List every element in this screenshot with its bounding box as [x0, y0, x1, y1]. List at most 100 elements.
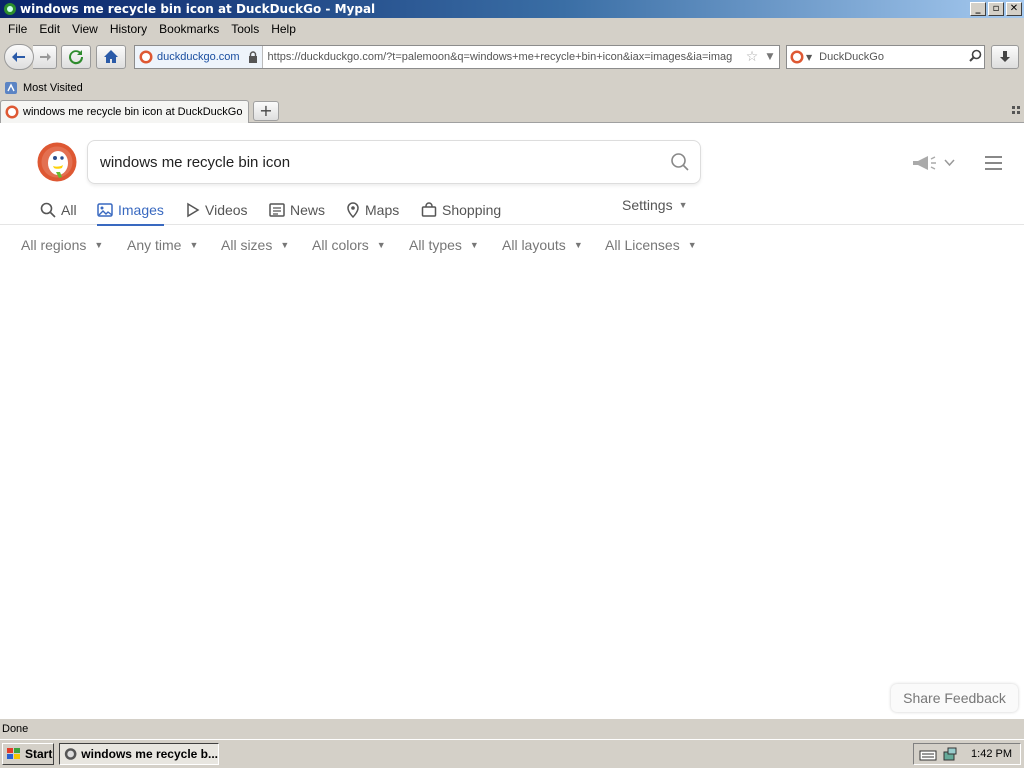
bookmarks-toolbar: Most Visited [0, 78, 1024, 98]
filter-type[interactable]: All types ▼ [409, 237, 479, 253]
filter-color-label: All colors [312, 237, 369, 253]
menu-tools[interactable]: Tools [225, 22, 265, 36]
menu-bookmarks[interactable]: Bookmarks [153, 22, 225, 36]
shopping-bag-icon [421, 202, 437, 217]
menu-edit[interactable]: Edit [33, 22, 66, 36]
caret-down-icon: ▼ [280, 240, 290, 250]
map-pin-icon [347, 202, 359, 218]
url-history-dropdown-icon[interactable]: ▼ [761, 52, 779, 62]
caret-down-icon: ▼ [376, 240, 386, 250]
search-bar[interactable]: ▼ DuckDuckGo [786, 45, 985, 69]
newspaper-icon [269, 203, 285, 217]
ddg-nav-tabs: All Images Videos News Maps Shopping [0, 191, 1024, 226]
clock[interactable]: 1:42 PM [971, 748, 1012, 760]
tab-videos[interactable]: Videos [186, 197, 248, 223]
search-icon [40, 202, 56, 218]
back-arrow-icon [12, 52, 25, 62]
minimize-button[interactable]: _ [970, 2, 986, 16]
home-button[interactable] [96, 45, 126, 69]
taskbar-window-label: windows me recycle b... [81, 747, 218, 761]
navigation-toolbar: duckduckgo.com https://duckduckgo.com/?t… [0, 40, 1024, 74]
tab-duckduckgo[interactable]: windows me recycle bin icon at DuckDuckG… [0, 100, 249, 123]
menu-history[interactable]: History [104, 22, 153, 36]
filter-region-label: All regions [21, 237, 87, 253]
filter-time[interactable]: Any time ▼ [127, 237, 198, 253]
settings-dropdown[interactable]: Settings ▼ [622, 197, 688, 213]
address-bar[interactable]: duckduckgo.com https://duckduckgo.com/?t… [134, 45, 780, 69]
engine-dropdown-icon: ▼ [806, 52, 813, 62]
caret-down-icon: ▼ [94, 240, 104, 250]
settings-caret-icon: ▼ [678, 200, 688, 210]
start-label: Start [25, 747, 53, 761]
filter-time-label: Any time [127, 237, 182, 253]
share-feedback-button[interactable]: Share Feedback [891, 684, 1018, 712]
reload-button[interactable] [61, 45, 91, 69]
duckduckgo-favicon-icon [139, 50, 153, 64]
filter-license[interactable]: All Licenses ▼ [605, 237, 697, 253]
identity-domain: duckduckgo.com [157, 51, 240, 63]
status-text: Done [2, 722, 29, 735]
search-engine-selector[interactable]: ▼ [787, 50, 815, 64]
tab-shopping[interactable]: Shopping [421, 197, 501, 223]
system-tray: 1:42 PM [913, 743, 1021, 765]
download-arrow-icon [1000, 51, 1010, 62]
duckduckgo-engine-icon [790, 50, 804, 64]
ddg-search-icon[interactable] [660, 152, 700, 172]
settings-label: Settings [622, 197, 673, 213]
bookmark-star-icon[interactable]: ☆ [743, 49, 761, 65]
filter-size[interactable]: All sizes ▼ [221, 237, 289, 253]
tab-strip: windows me recycle bin icon at DuckDuckG… [0, 99, 1024, 123]
tab-videos-label: Videos [205, 202, 248, 218]
ddg-search-box[interactable]: windows me recycle bin icon [87, 140, 701, 184]
tab-all-label: All [61, 202, 77, 218]
page-content: windows me recycle bin icon All Images V… [0, 123, 1024, 718]
network-icon[interactable] [942, 746, 958, 762]
home-icon [104, 50, 118, 63]
search-engine-placeholder: DuckDuckGo [819, 51, 884, 63]
filter-region[interactable]: All regions ▼ [21, 237, 103, 253]
tab-images-label: Images [118, 202, 164, 218]
windows-taskbar: Start windows me recycle b... 1:42 PM [0, 739, 1024, 768]
window-title: windows me recycle bin icon at DuckDuckG… [20, 2, 376, 16]
close-button[interactable]: ✕ [1006, 2, 1022, 16]
menu-view[interactable]: View [66, 22, 104, 36]
menu-file[interactable]: File [2, 22, 33, 36]
search-go-icon[interactable] [966, 49, 984, 65]
lock-icon [248, 51, 257, 63]
tab-shopping-label: Shopping [442, 202, 502, 218]
hamburger-menu-icon[interactable] [985, 156, 1002, 170]
menu-bar: File Edit View History Bookmarks Tools H… [0, 19, 1024, 39]
status-bar: Done [0, 718, 1024, 738]
image-filters: All regions ▼ Any time ▼ All sizes ▼ All co… [0, 235, 1024, 259]
keyboard-icon[interactable] [919, 746, 937, 762]
tab-list-grip-icon[interactable] [1012, 106, 1020, 114]
tab-images[interactable]: Images [97, 197, 164, 226]
forward-button[interactable] [33, 45, 57, 69]
mypal-app-icon [3, 2, 17, 16]
taskbar-mypal-window[interactable]: windows me recycle b... [59, 743, 219, 765]
promo-menu[interactable] [912, 155, 955, 171]
filter-color[interactable]: All colors ▼ [312, 237, 386, 253]
tab-favicon-icon [5, 105, 19, 119]
site-identity-box[interactable]: duckduckgo.com [135, 46, 263, 68]
back-button[interactable] [4, 44, 34, 70]
downloads-button[interactable] [991, 45, 1019, 69]
menu-help[interactable]: Help [265, 22, 302, 36]
url-text[interactable]: https://duckduckgo.com/?t=palemoon&q=win… [263, 51, 743, 63]
duckduckgo-logo[interactable] [37, 142, 77, 182]
filter-layout[interactable]: All layouts ▼ [502, 237, 583, 253]
ddg-search-input[interactable]: windows me recycle bin icon [88, 154, 660, 171]
image-icon [97, 203, 113, 217]
start-button[interactable]: Start [2, 743, 54, 765]
window-title-bar[interactable]: windows me recycle bin icon at DuckDuckG… [0, 0, 1024, 18]
tab-news[interactable]: News [269, 197, 325, 223]
tab-all[interactable]: All [40, 197, 77, 223]
tab-label: windows me recycle bin icon at DuckDuckG… [23, 106, 243, 118]
new-tab-button[interactable]: + [253, 101, 279, 121]
caret-down-icon: ▼ [687, 240, 697, 250]
tab-news-label: News [290, 202, 326, 218]
caret-down-icon: ▼ [189, 240, 199, 250]
most-visited-bookmark[interactable]: Most Visited [23, 82, 83, 94]
maximize-button[interactable]: ▫ [988, 2, 1004, 16]
tab-maps[interactable]: Maps [346, 197, 399, 223]
